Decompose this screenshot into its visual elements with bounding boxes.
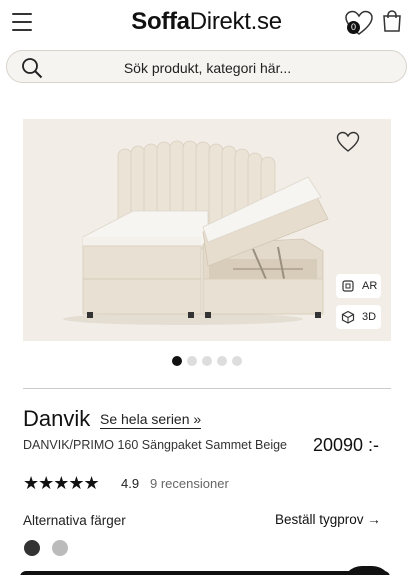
gallery-pagination: [0, 356, 413, 366]
color-swatch-grey[interactable]: [52, 540, 68, 556]
divider: [23, 388, 391, 389]
3d-label: 3D: [362, 311, 377, 323]
color-swatch-dark[interactable]: [24, 540, 40, 556]
alternative-colors-label: Alternativa färger: [23, 513, 126, 528]
order-fabric-sample-link[interactable]: Beställ tygprov →: [275, 512, 381, 527]
product-name: Danvik: [23, 406, 91, 431]
add-to-cart-button[interactable]: [20, 571, 390, 575]
wishlist-count-badge: 0: [347, 21, 360, 34]
ar-cube-icon: [342, 280, 354, 292]
product-price: 20090 :-: [313, 435, 380, 455]
gallery-dot[interactable]: [231, 356, 242, 366]
ar-label: AR: [362, 280, 378, 292]
cart-icon[interactable]: [382, 10, 402, 32]
gallery-dot[interactable]: [216, 356, 227, 366]
see-series-link[interactable]: Se hela serien »: [100, 411, 202, 429]
search-placeholder: Sök produkt, kategori här...: [123, 60, 292, 76]
chat-button[interactable]: [342, 566, 392, 575]
rating-stars: ★★★★★: [23, 473, 100, 493]
ar-view-button[interactable]: AR: [336, 274, 381, 298]
search-field[interactable]: Sök produkt, kategori här...: [6, 50, 407, 83]
3d-cube-icon: [341, 310, 355, 324]
gallery-dot[interactable]: [201, 356, 212, 366]
3d-view-button[interactable]: 3D: [336, 305, 381, 329]
header: SoffaDirekt.se 0: [0, 0, 413, 46]
product-image-gallery[interactable]: AR 3D: [23, 119, 391, 341]
rating-value: 4.9: [121, 476, 140, 491]
gallery-dot[interactable]: [171, 356, 182, 366]
product-description: DANVIK/PRIMO 160 Sängpaket Sammet Beige: [23, 438, 288, 452]
gallery-dot[interactable]: [186, 356, 197, 366]
reviews-count-link[interactable]: 9 recensioner: [150, 476, 229, 491]
favorite-heart-icon[interactable]: [336, 131, 360, 153]
product-title-row: Danvik Se hela serien »: [23, 406, 202, 432]
